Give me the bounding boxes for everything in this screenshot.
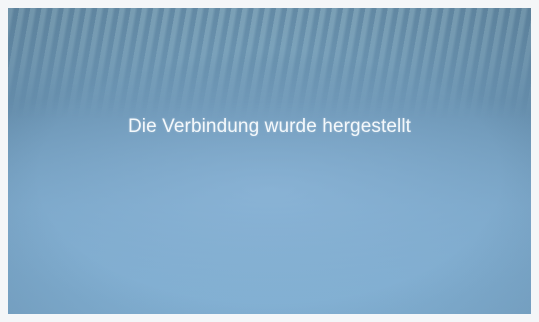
photo-frame: Die Verbindung wurde hergestellt (0, 0, 539, 322)
tv-screen: Die Verbindung wurde hergestellt (8, 8, 531, 314)
connection-status-message: Die Verbindung wurde hergestellt (127, 116, 412, 137)
screen-vignette (8, 8, 531, 314)
